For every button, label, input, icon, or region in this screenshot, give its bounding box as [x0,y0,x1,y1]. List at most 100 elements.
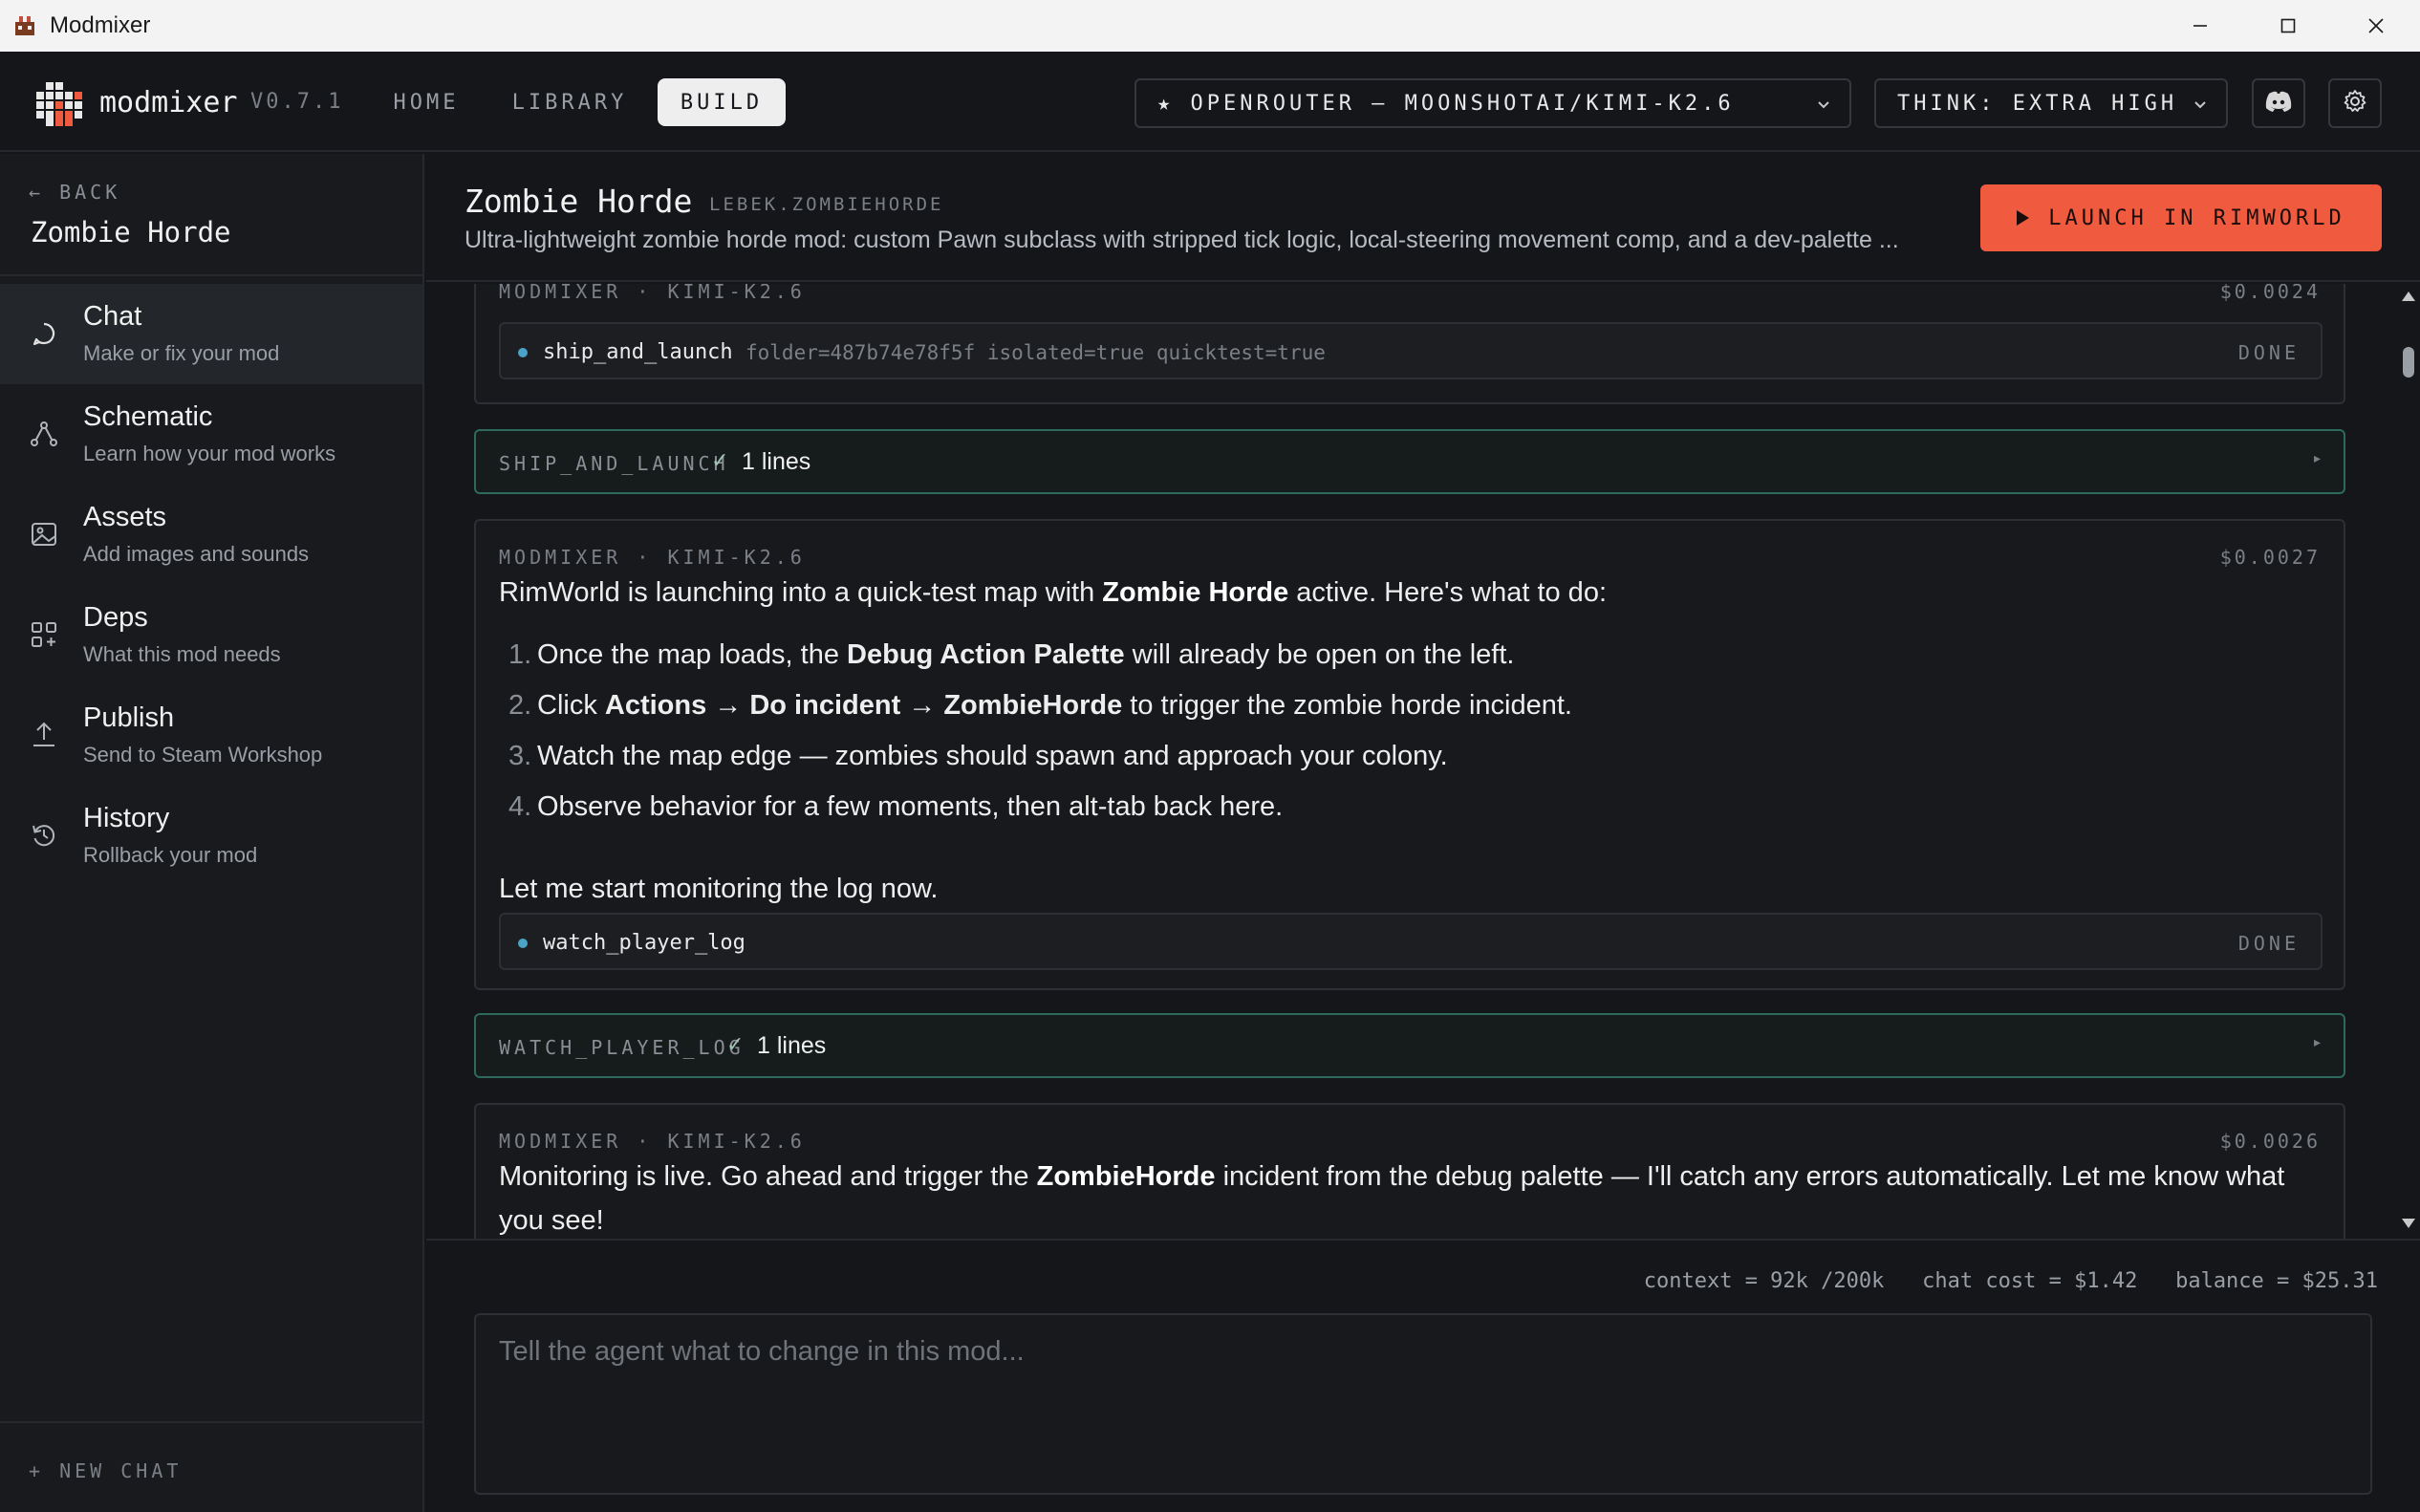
expand-arrow-icon: ▸ [2313,450,2321,465]
sidebar-item-history[interactable]: History Rollback your mod [0,786,422,886]
message-cost: $0.0026 [2219,1130,2321,1153]
assistant-message: MODMIXER · KIMI-K2.6 $0.0024 ship_and_la… [474,284,2345,404]
tool-result-summary: 1 lines [757,1032,827,1059]
sidebar-item-subtitle: Rollback your mod [83,843,258,867]
sidebar-item-label: Publish [83,702,175,733]
window-title: Modmixer [50,12,151,38]
chat-scrollbar[interactable] [2395,284,2420,1239]
gear-icon [2342,88,2368,119]
history-icon [29,820,59,851]
play-icon [2017,210,2030,226]
balance: balance = $25.31 [2175,1269,2378,1293]
sidebar-item-subtitle: Make or fix your mod [83,341,280,365]
nav-home[interactable]: HOME [373,78,480,126]
check-icon: ✓ [726,1032,745,1056]
sidebar-divider [0,274,422,276]
tool-status: DONE [2237,932,2300,955]
tool-result-name: WATCH_PLAYER_LOG [499,1036,745,1059]
chat-composer-area: context = 92k /200k chat cost = $1.42 ba… [426,1239,2420,1512]
expand-arrow-icon: ▸ [2313,1034,2321,1049]
tool-args: folder=487b74e78f5f isolated=true quickt… [745,341,1326,364]
discord-button[interactable] [2252,78,2305,128]
tool-result-row[interactable]: WATCH_PLAYER_LOG ✓ 1 lines ▸ [474,1013,2345,1078]
chat-bubble-icon [29,318,59,349]
tool-status-dot [518,939,528,948]
launch-button-label: LAUNCH IN RIMWORLD [2048,205,2345,230]
message-text: Monitoring is live. Go ahead and trigger… [499,1161,2285,1236]
image-icon [29,519,59,550]
tool-call[interactable]: watch_player_log DONE [499,913,2323,970]
sidebar-footer-divider [0,1421,422,1423]
mod-id: LEBEK.ZOMBIEHORDE [709,194,944,215]
chat-transcript[interactable]: MODMIXER · KIMI-K2.6 $0.0024 ship_and_la… [426,284,2395,1239]
tool-result-name: SHIP_AND_LAUNCH [499,452,729,475]
window-titlebar: Modmixer [0,0,2420,52]
app-header: modmixer V0.7.1 HOME LIBRARY BUILD ★ OPE… [0,52,2420,152]
context-usage: context = 92k /200k [1643,1269,1885,1293]
check-icon: ✓ [711,448,729,472]
sidebar-item-publish[interactable]: Publish Send to Steam Workshop [0,685,422,786]
sidebar-item-label: Schematic [83,401,213,432]
scrollbar-thumb[interactable] [2403,347,2414,378]
sidebar-item-deps[interactable]: Deps What this mod needs [0,585,422,685]
message-author: MODMIXER · KIMI-K2.6 [499,546,806,569]
sidebar-item-label: Deps [83,602,148,633]
tool-name: watch_player_log [543,931,745,955]
mod-description: Ultra-lightweight zombie horde mod: cust… [465,227,1899,253]
minimize-icon[interactable] [2156,0,2244,52]
close-icon[interactable] [2332,0,2420,52]
tool-result-row[interactable]: SHIP_AND_LAUNCH ✓ 1 lines ▸ [474,429,2345,494]
schematic-graph-icon [29,419,59,449]
sidebar-mod-name: Zombie Horde [31,216,231,248]
launch-in-rimworld-button[interactable]: LAUNCH IN RIMWORLD [1980,184,2382,251]
instruction-list: 1. Once the map loads, the Debug Action … [508,639,1572,822]
sidebar-item-label: History [83,803,170,833]
message-intro: RimWorld is launching into a quick-test … [499,577,1607,608]
back-link[interactable]: ← BACK [29,181,120,204]
nav-build[interactable]: BUILD [658,78,786,126]
scroll-up-arrow-icon[interactable] [2401,290,2416,308]
nav-library[interactable]: LIBRARY [495,78,644,126]
message-outro: Let me start monitoring the log now. [499,874,939,904]
sidebar-item-chat[interactable]: Chat Make or fix your mod [0,284,422,384]
think-select-value: THINK: EXTRA HIGH [1897,91,2178,116]
settings-button[interactable] [2328,78,2382,128]
chevron-down-icon [2192,96,2209,119]
chevron-down-icon [1815,96,1832,119]
assistant-message: MODMIXER · KIMI-K2.6 $0.0026 Monitoring … [474,1103,2345,1239]
version-label: V0.7.1 [250,90,344,114]
sidebar-item-label: Chat [83,301,142,332]
tool-name: ship_and_launch [543,340,733,364]
tool-call[interactable]: ship_and_launch folder=487b74e78f5f isol… [499,322,2323,379]
mod-header: Zombie Horde LEBEK.ZOMBIEHORDE Ultra-lig… [426,154,2420,282]
message-cost: $0.0027 [2219,546,2321,569]
tool-status: DONE [2237,341,2300,364]
modmixer-logo-icon[interactable] [36,80,82,126]
app-icon [13,14,36,37]
model-select[interactable]: ★ OPENROUTER — MOONSHOTAI/KIMI-K2.6 [1134,78,1851,128]
message-author: MODMIXER · KIMI-K2.6 [499,284,806,303]
chat-cost: chat cost = $1.42 [1922,1269,2138,1293]
discord-icon [2264,90,2293,118]
upload-icon [29,720,59,750]
sidebar-item-label: Assets [83,502,167,532]
assistant-message: MODMIXER · KIMI-K2.6 $0.0027 RimWorld is… [474,519,2345,990]
new-chat-button[interactable]: + NEW CHAT [29,1459,182,1482]
maximize-icon[interactable] [2244,0,2332,52]
sidebar-item-assets[interactable]: Assets Add images and sounds [0,485,422,585]
grid-plus-icon [29,619,59,650]
sidebar-item-schematic[interactable]: Schematic Learn how your mod works [0,384,422,485]
message-input[interactable] [474,1313,2372,1495]
mod-title: Zombie Horde [465,183,693,220]
message-author: MODMIXER · KIMI-K2.6 [499,1130,806,1153]
tool-status-dot [518,348,528,357]
scroll-down-arrow-icon[interactable] [2401,1217,2416,1235]
sidebar-item-subtitle: Learn how your mod works [83,442,336,465]
tool-result-summary: 1 lines [742,448,811,475]
model-select-value: ★ OPENROUTER — MOONSHOTAI/KIMI-K2.6 [1157,91,1735,116]
think-select[interactable]: THINK: EXTRA HIGH [1874,78,2228,128]
brand-name: modmixer [99,86,238,119]
sidebar-item-subtitle: Send to Steam Workshop [83,743,323,767]
usage-stats: context = 92k /200k chat cost = $1.42 ba… [1644,1269,2378,1293]
sidebar: ← BACK Zombie Horde Chat Make or fix you… [0,154,424,1512]
